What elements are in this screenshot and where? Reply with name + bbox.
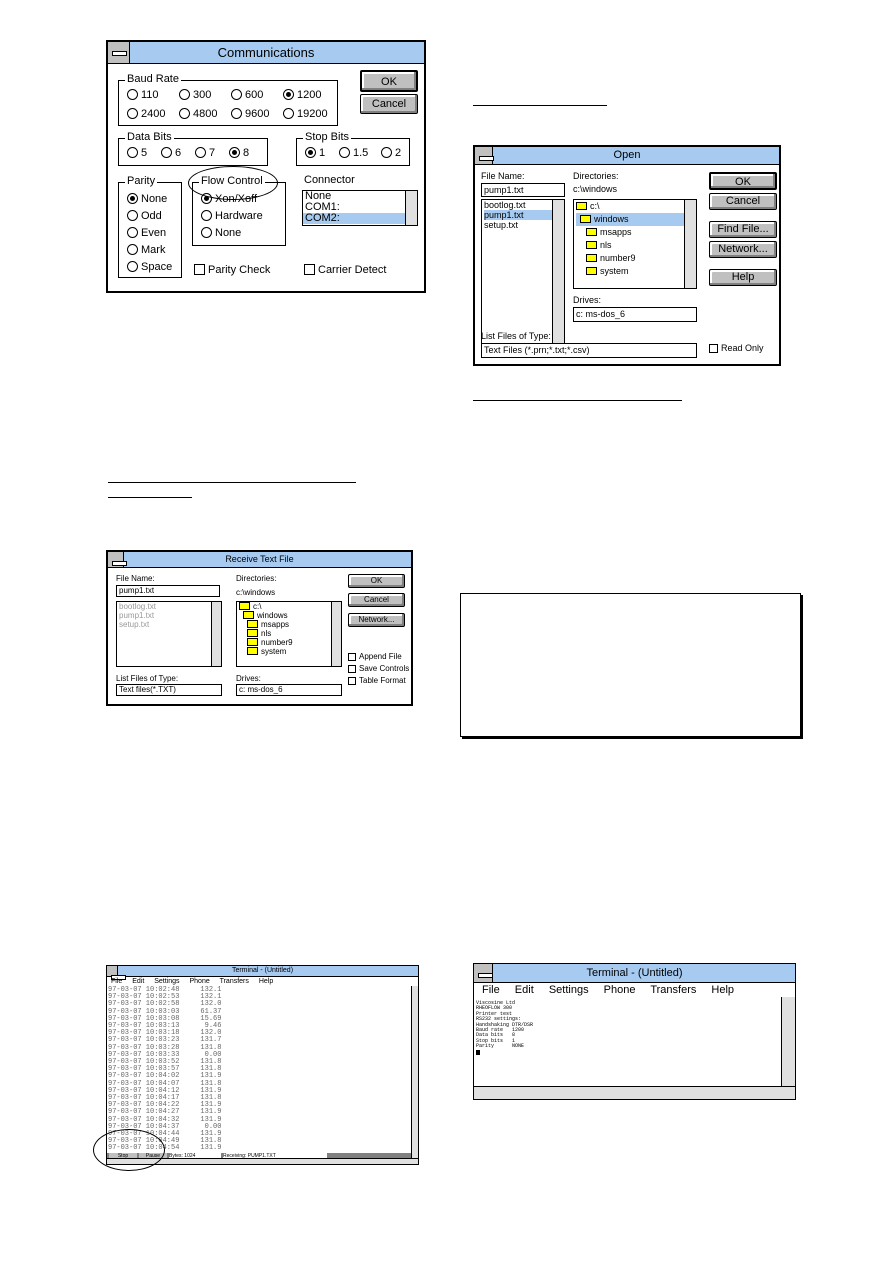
baud-rate-group: Baud Rate 110 300 600 1200 2400 4800 960… bbox=[118, 73, 338, 126]
radio-1200[interactable]: 1200 bbox=[283, 89, 321, 101]
read-only-checkbox[interactable]: Read Only bbox=[709, 343, 764, 353]
system-menu-icon[interactable] bbox=[474, 964, 493, 982]
terminal-window: Terminal - (Untitled) File Edit Settings… bbox=[473, 963, 796, 1100]
radio-5[interactable]: 5 bbox=[127, 147, 147, 159]
receive-text-file-dialog: Receive Text File File Name: pump1.txt b… bbox=[106, 550, 413, 706]
open-dialog: Open File Name: pump1.txt bootlog.txt pum… bbox=[473, 145, 781, 366]
file-name-input[interactable]: pump1.txt bbox=[481, 183, 565, 197]
cancel-button[interactable]: Cancel bbox=[709, 193, 777, 210]
radio-flow-none[interactable]: None bbox=[201, 227, 241, 239]
radio-6[interactable]: 6 bbox=[161, 147, 181, 159]
terminal-output: 97-03-07 10:02:48 132.1 97-03-07 10:02:53… bbox=[108, 986, 221, 1153]
table-format-checkbox[interactable]: Table Format bbox=[348, 676, 406, 685]
radio-600[interactable]: 600 bbox=[231, 89, 263, 101]
communications-dialog: Communications OK Cancel Baud Rate 110 3… bbox=[106, 40, 426, 293]
radio-mark[interactable]: Mark bbox=[127, 244, 165, 256]
cancel-button[interactable]: Cancel bbox=[360, 94, 418, 114]
radio-even[interactable]: Even bbox=[127, 227, 166, 239]
radio-9600[interactable]: 9600 bbox=[231, 108, 269, 120]
vertical-scrollbar[interactable] bbox=[411, 986, 418, 1160]
heading-underline bbox=[108, 482, 356, 483]
ok-button[interactable]: OK bbox=[360, 70, 418, 92]
parity-group: Parity None Odd Even Mark Space bbox=[118, 175, 182, 278]
radio-4800[interactable]: 4800 bbox=[179, 108, 217, 120]
flow-control-highlight-circle bbox=[188, 166, 278, 200]
system-menu-icon[interactable] bbox=[107, 966, 126, 980]
radio-hardware[interactable]: Hardware bbox=[201, 210, 263, 222]
heading-underline bbox=[473, 105, 607, 106]
heading-underline bbox=[473, 400, 682, 401]
radio-2400[interactable]: 2400 bbox=[127, 108, 165, 120]
system-menu-icon[interactable] bbox=[475, 147, 494, 164]
cancel-button[interactable]: Cancel bbox=[348, 593, 405, 607]
save-controls-checkbox[interactable]: Save Controls bbox=[348, 664, 409, 673]
stop-pause-highlight-circle bbox=[93, 1129, 165, 1171]
ok-button[interactable]: OK bbox=[709, 172, 777, 190]
radio-8[interactable]: 8 bbox=[229, 147, 249, 159]
system-menu-icon[interactable] bbox=[108, 552, 127, 567]
parity-check-checkbox[interactable]: Parity Check bbox=[194, 264, 270, 276]
note-box bbox=[460, 593, 801, 737]
connector-list[interactable]: None COM1: COM2: bbox=[302, 190, 418, 226]
drives-select[interactable]: c: ms-dos_6 bbox=[236, 684, 342, 696]
file-type-select[interactable]: Text files(*.TXT) bbox=[116, 684, 222, 696]
dialog-title: Communications bbox=[217, 45, 315, 60]
horizontal-scrollbar[interactable] bbox=[474, 1086, 795, 1099]
directory-list[interactable]: c:\ windows msapps nls number9 system bbox=[236, 601, 342, 667]
terminal-output: Viscosine Ltd RHEOFLOW 300 Printer test RS2… bbox=[476, 1000, 533, 1050]
menu-bar: File Edit Settings Phone Transfers Help bbox=[482, 984, 735, 996]
stop-bits-group: Stop Bits 1 1.5 2 bbox=[296, 131, 410, 166]
drives-select[interactable]: c: ms-dos_6 bbox=[573, 307, 697, 322]
append-file-checkbox[interactable]: Append File bbox=[348, 652, 402, 661]
terminal-line: Parity NONE bbox=[476, 1043, 525, 1050]
system-menu-icon[interactable] bbox=[108, 42, 130, 63]
scrollbar[interactable] bbox=[405, 191, 417, 225]
vertical-scrollbar[interactable] bbox=[781, 997, 795, 1087]
ok-button[interactable]: OK bbox=[348, 574, 405, 588]
file-list[interactable]: bootlog.txt pump1.txt setup.txt bbox=[116, 601, 222, 667]
terminal-window-receiving: Terminal - (Untitled) File Edit Settings… bbox=[93, 965, 419, 1171]
radio-odd[interactable]: Odd bbox=[127, 210, 162, 222]
file-name-input[interactable]: pump1.txt bbox=[116, 585, 220, 597]
radio-space[interactable]: Space bbox=[127, 261, 172, 273]
help-button[interactable]: Help bbox=[709, 269, 777, 286]
network-button[interactable]: Network... bbox=[709, 241, 777, 258]
radio-none[interactable]: None bbox=[127, 193, 167, 205]
file-type-select[interactable]: Text Files (*.prn;*.txt;*.csv) bbox=[481, 343, 697, 358]
connector-label: Connector bbox=[304, 174, 355, 186]
directory-list[interactable]: c:\ windows msapps nls number9 system bbox=[573, 199, 697, 289]
cursor bbox=[476, 1050, 480, 1055]
find-file-button[interactable]: Find File... bbox=[709, 221, 777, 238]
carrier-detect-checkbox[interactable]: Carrier Detect bbox=[304, 264, 386, 276]
data-bits-group: Data Bits 5 6 7 8 bbox=[118, 131, 268, 166]
radio-1[interactable]: 1 bbox=[305, 147, 325, 159]
network-button[interactable]: Network... bbox=[348, 613, 405, 627]
radio-300[interactable]: 300 bbox=[179, 89, 211, 101]
radio-110[interactable]: 110 bbox=[127, 89, 159, 101]
file-list[interactable]: bootlog.txt pump1.txt setup.txt bbox=[481, 199, 565, 351]
radio-19200[interactable]: 19200 bbox=[283, 108, 328, 120]
radio-7[interactable]: 7 bbox=[195, 147, 215, 159]
menu-bar: File Edit Settings Phone Transfers Help bbox=[111, 978, 274, 985]
radio-2[interactable]: 2 bbox=[381, 147, 401, 159]
radio-1-5[interactable]: 1.5 bbox=[339, 147, 368, 159]
heading-underline bbox=[108, 497, 192, 498]
